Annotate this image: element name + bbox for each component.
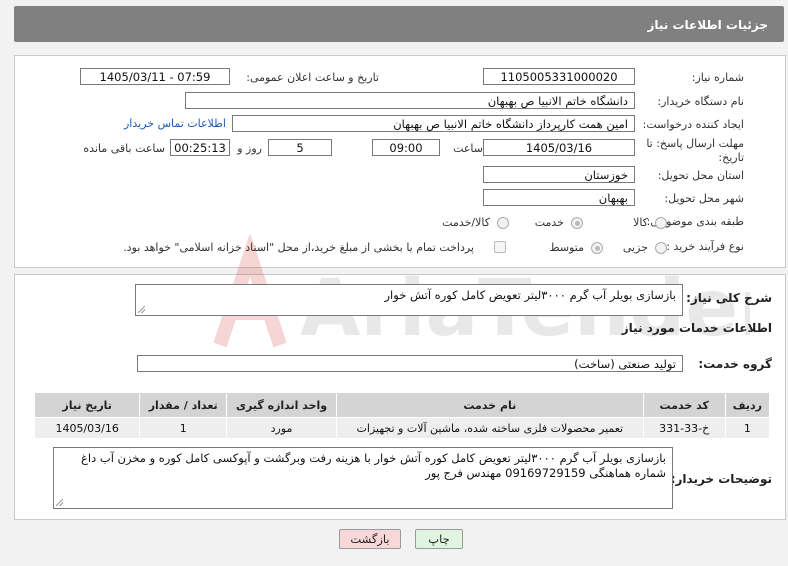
buyer-notes-textarea[interactable]: بازسازی بویلر آب گرم ۳۰۰۰لیتر تعویض کامل… [53,447,673,509]
summary-label: شرح کلی نیاز: [686,291,772,305]
buyer-org-field[interactable]: دانشگاه خاتم الانبیا ص بهبهان [185,92,635,109]
requester-label: ایجاد کننده درخواست: [642,118,744,131]
col-header-need-date: تاریخ نیاز [33,392,141,418]
service-group-label: گروه خدمت: [698,357,772,371]
treasury-checkbox[interactable] [494,241,506,253]
process-radio-minor[interactable] [655,242,667,254]
col-header-row-number: ردیف [724,392,771,418]
cell-need-date: 1405/03/16 [33,417,141,439]
process-type-label: نوع فرآیند خرید : [666,240,744,253]
cell-service-name: تعمیر محصولات فلزی ساخته شده، ماشین آلات… [336,417,644,439]
treasury-note: پرداخت تمام یا بخشی از مبلغ خرید،از محل … [123,241,474,254]
services-table: ردیف کد خدمت نام خدمت واحد اندازه گیری ت… [33,392,771,439]
need-info-panel [14,55,786,268]
deadline-time-label: ساعت [453,142,483,155]
remaining-time-label: ساعت باقی مانده [83,142,165,155]
category-option-service: خدمت [534,216,564,229]
cell-quantity: 1 [139,417,228,439]
cell-service-code: خ-33-331 [642,417,726,439]
buyer-notes-label: توضیحات خریدار: [670,472,772,486]
service-group-field[interactable]: تولید صنعتی (ساخت) [137,355,683,372]
category-option-goods-service: کالا/خدمت [442,216,490,229]
page-title: جزئیات اطلاعات نیاز [647,18,768,32]
category-option-goods: کالا [633,216,648,229]
buyer-contact-link[interactable]: اطلاعات تماس خریدار [124,117,226,130]
print-button[interactable]: چاپ [415,529,463,549]
col-header-unit: واحد اندازه گیری [226,392,338,418]
summary-text: بازسازی بویلر آب گرم ۳۰۰۰لیتر تعویض کامل… [384,288,677,302]
city-label: شهر محل تحویل: [664,192,744,205]
table-row: 1 خ-33-331 تعمیر محصولات فلزی ساخته شده،… [33,417,771,439]
buyer-org-label: نام دستگاه خریدار: [657,95,744,108]
category-radio-service[interactable] [571,217,583,229]
category-radio-goods-service[interactable] [497,217,509,229]
remaining-days-field[interactable]: 5 [268,139,332,156]
cell-row-number: 1 [724,417,771,439]
process-option-minor: جزیی [622,241,648,254]
province-label: استان محل تحویل: [657,169,744,182]
days-label: روز و [237,142,262,155]
col-header-service-name: نام خدمت [336,392,644,418]
table-header-row: ردیف کد خدمت نام خدمت واحد اندازه گیری ت… [33,392,771,418]
deadline-date-field[interactable]: 1405/03/16 [483,139,635,156]
resize-grip-icon[interactable] [138,306,145,313]
buyer-notes-text: بازسازی بویلر آب گرم ۳۰۰۰لیتر تعویض کامل… [81,451,666,480]
resize-grip-icon[interactable] [56,499,63,506]
announce-datetime-field[interactable]: 1405/03/11 - 07:59 [80,68,230,85]
services-section-title: اطلاعات خدمات مورد نیاز [621,321,772,335]
city-field[interactable]: بهبهان [483,189,635,206]
remaining-time-field[interactable]: 00:25:13 [170,139,230,156]
deadline-time-field[interactable]: 09:00 [372,139,440,156]
requester-field[interactable]: امین همت کارپرداز دانشگاه خاتم الانبیا ص… [232,115,635,132]
col-header-quantity: تعداد / مقدار [139,392,228,418]
deadline-label: مهلت ارسال پاسخ: تا [646,137,744,150]
process-option-medium: متوسط [549,241,584,254]
announce-datetime-label: تاریخ و ساعت اعلان عمومی: [246,71,379,84]
page-title-bar: جزئیات اطلاعات نیاز [14,6,784,42]
col-header-service-code: کد خدمت [642,392,726,418]
process-radio-medium[interactable] [591,242,603,254]
summary-textarea[interactable]: بازسازی بویلر آب گرم ۳۰۰۰لیتر تعویض کامل… [135,284,683,316]
cell-unit: مورد [226,417,338,439]
category-radio-goods[interactable] [655,217,667,229]
deadline-date-label: تاریخ: [718,151,744,164]
back-button[interactable]: بازگشت [339,529,401,549]
need-number-field[interactable]: 1105005331000020 [483,68,635,85]
province-field[interactable]: خوزستان [483,166,635,183]
need-number-label: شماره نیاز: [691,71,744,84]
